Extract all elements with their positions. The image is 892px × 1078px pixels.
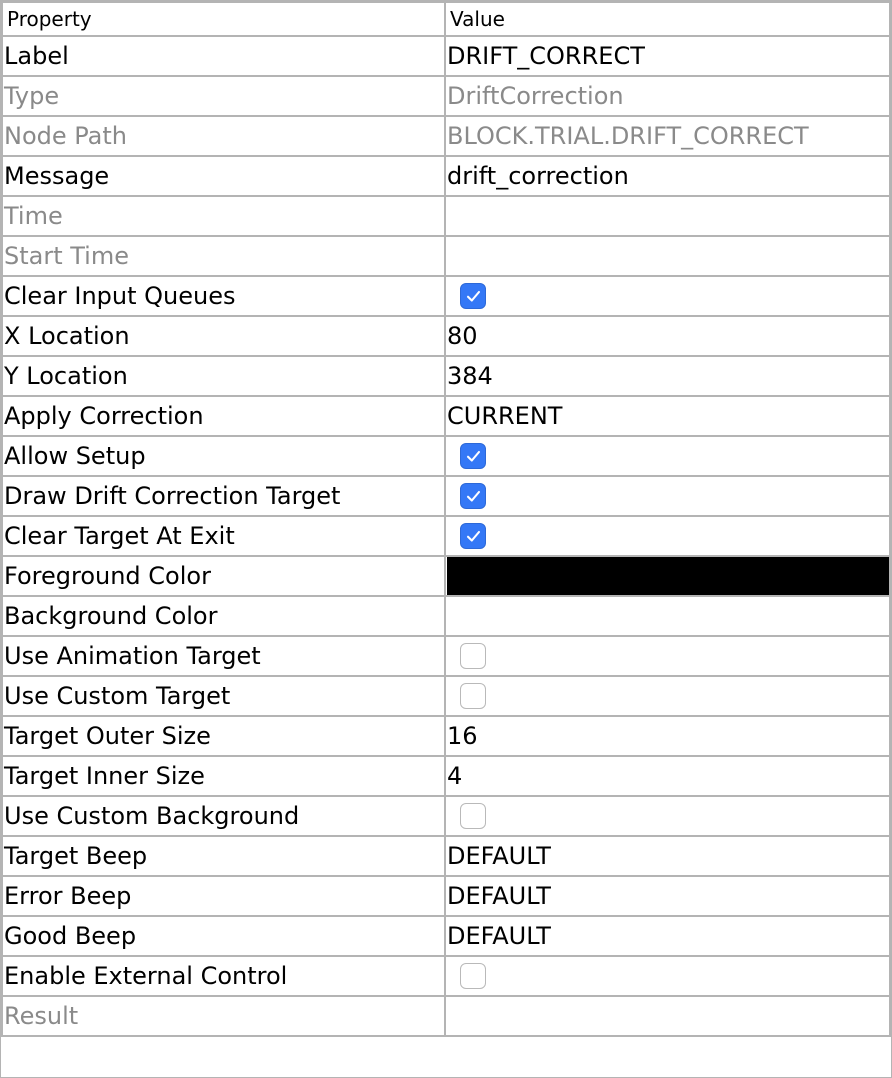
property-name-target-outer-size: Target Outer Size xyxy=(1,715,446,757)
property-row-x-location[interactable]: X Location 80 xyxy=(1,315,891,357)
property-row-node-path[interactable]: Node Path BLOCK.TRIAL.DRIFT_CORRECT xyxy=(1,115,891,157)
property-value-start-time xyxy=(444,235,891,277)
property-row-background-color[interactable]: Background Color xyxy=(1,595,891,637)
property-name-use-custom-background: Use Custom Background xyxy=(1,795,446,837)
use-custom-target-checkbox[interactable] xyxy=(460,683,486,709)
property-row-message[interactable]: Message drift_correction xyxy=(1,155,891,197)
property-name-start-time: Start Time xyxy=(1,235,446,277)
property-name-use-custom-target: Use Custom Target xyxy=(1,675,446,717)
header-row: Property Value xyxy=(1,1,891,37)
property-panel: Property Value Label DRIFT_CORRECT Type Dri… xyxy=(0,0,892,1078)
property-name-type: Type xyxy=(1,75,446,117)
property-row-label[interactable]: Label DRIFT_CORRECT xyxy=(1,35,891,77)
property-value-clear-target-at-exit xyxy=(444,515,891,557)
property-value-target-outer-size[interactable]: 16 xyxy=(444,715,891,757)
checkmark-icon xyxy=(466,490,481,502)
property-value-target-beep[interactable]: DEFAULT xyxy=(444,835,891,877)
property-name-target-beep: Target Beep xyxy=(1,835,446,877)
property-name-x-location: X Location xyxy=(1,315,446,357)
property-value-use-custom-target xyxy=(444,675,891,717)
property-row-allow-setup[interactable]: Allow Setup xyxy=(1,435,891,477)
property-rows: Label DRIFT_CORRECT Type DriftCorrection Nod… xyxy=(1,35,891,1037)
property-name-background-color: Background Color xyxy=(1,595,446,637)
property-value-label[interactable]: DRIFT_CORRECT xyxy=(444,35,891,77)
property-row-use-custom-target[interactable]: Use Custom Target xyxy=(1,675,891,717)
property-row-clear-target-at-exit[interactable]: Clear Target At Exit xyxy=(1,515,891,557)
property-name-target-inner-size: Target Inner Size xyxy=(1,755,446,797)
property-value-x-location[interactable]: 80 xyxy=(444,315,891,357)
property-row-foreground-color[interactable]: Foreground Color xyxy=(1,555,891,597)
property-value-message[interactable]: drift_correction xyxy=(444,155,891,197)
property-name-allow-setup: Allow Setup xyxy=(1,435,446,477)
property-name-good-beep: Good Beep xyxy=(1,915,446,957)
property-value-time xyxy=(444,195,891,237)
property-value-background-color[interactable] xyxy=(444,595,891,637)
property-name-error-beep: Error Beep xyxy=(1,875,446,917)
use-animation-target-checkbox[interactable] xyxy=(460,643,486,669)
property-name-node-path: Node Path xyxy=(1,115,446,157)
property-row-result[interactable]: Result xyxy=(1,995,891,1037)
property-row-start-time[interactable]: Start Time xyxy=(1,235,891,277)
allow-setup-checkbox[interactable] xyxy=(460,443,486,469)
property-value-use-animation-target xyxy=(444,635,891,677)
property-value-target-inner-size[interactable]: 4 xyxy=(444,755,891,797)
foreground-color-swatch[interactable] xyxy=(447,558,888,594)
property-value-use-custom-background xyxy=(444,795,891,837)
column-header-value[interactable]: Value xyxy=(444,1,891,37)
property-row-use-animation-target[interactable]: Use Animation Target xyxy=(1,635,891,677)
checkmark-icon xyxy=(466,530,481,542)
property-row-target-beep[interactable]: Target Beep DEFAULT xyxy=(1,835,891,877)
property-name-draw-drift-correction-target: Draw Drift Correction Target xyxy=(1,475,446,517)
property-row-target-outer-size[interactable]: Target Outer Size 16 xyxy=(1,715,891,757)
property-value-good-beep[interactable]: DEFAULT xyxy=(444,915,891,957)
property-name-clear-target-at-exit: Clear Target At Exit xyxy=(1,515,446,557)
property-row-good-beep[interactable]: Good Beep DEFAULT xyxy=(1,915,891,957)
property-row-type[interactable]: Type DriftCorrection xyxy=(1,75,891,117)
column-header-property[interactable]: Property xyxy=(1,1,446,37)
property-value-node-path: BLOCK.TRIAL.DRIFT_CORRECT xyxy=(444,115,891,157)
property-value-allow-setup xyxy=(444,435,891,477)
property-table: Property Value Label DRIFT_CORRECT Type Dri… xyxy=(1,1,891,1037)
clear-input-queues-checkbox[interactable] xyxy=(460,283,486,309)
checkmark-icon xyxy=(466,290,481,302)
property-name-apply-correction: Apply Correction xyxy=(1,395,446,437)
property-value-enable-external-control xyxy=(444,955,891,997)
property-name-clear-input-queues: Clear Input Queues xyxy=(1,275,446,317)
clear-target-at-exit-checkbox[interactable] xyxy=(460,523,486,549)
property-name-use-animation-target: Use Animation Target xyxy=(1,635,446,677)
draw-drift-correction-target-checkbox[interactable] xyxy=(460,483,486,509)
property-value-apply-correction[interactable]: CURRENT xyxy=(444,395,891,437)
property-value-foreground-color[interactable] xyxy=(444,555,891,597)
property-value-y-location[interactable]: 384 xyxy=(444,355,891,397)
property-name-result: Result xyxy=(1,995,446,1037)
property-value-draw-drift-correction-target xyxy=(444,475,891,517)
property-row-time[interactable]: Time xyxy=(1,195,891,237)
property-name-time: Time xyxy=(1,195,446,237)
property-row-use-custom-background[interactable]: Use Custom Background xyxy=(1,795,891,837)
property-name-y-location: Y Location xyxy=(1,355,446,397)
property-row-draw-drift-correction-target[interactable]: Draw Drift Correction Target xyxy=(1,475,891,517)
enable-external-control-checkbox[interactable] xyxy=(460,963,486,989)
property-row-target-inner-size[interactable]: Target Inner Size 4 xyxy=(1,755,891,797)
property-row-enable-external-control[interactable]: Enable External Control xyxy=(1,955,891,997)
property-value-result xyxy=(444,995,891,1037)
property-row-apply-correction[interactable]: Apply Correction CURRENT xyxy=(1,395,891,437)
property-name-label: Label xyxy=(1,35,446,77)
property-value-error-beep[interactable]: DEFAULT xyxy=(444,875,891,917)
property-name-foreground-color: Foreground Color xyxy=(1,555,446,597)
background-color-swatch[interactable] xyxy=(447,598,888,634)
property-value-type: DriftCorrection xyxy=(444,75,891,117)
checkmark-icon xyxy=(466,450,481,462)
property-name-message: Message xyxy=(1,155,446,197)
property-row-error-beep[interactable]: Error Beep DEFAULT xyxy=(1,875,891,917)
property-row-clear-input-queues[interactable]: Clear Input Queues xyxy=(1,275,891,317)
use-custom-background-checkbox[interactable] xyxy=(460,803,486,829)
property-value-clear-input-queues xyxy=(444,275,891,317)
property-name-enable-external-control: Enable External Control xyxy=(1,955,446,997)
property-row-y-location[interactable]: Y Location 384 xyxy=(1,355,891,397)
